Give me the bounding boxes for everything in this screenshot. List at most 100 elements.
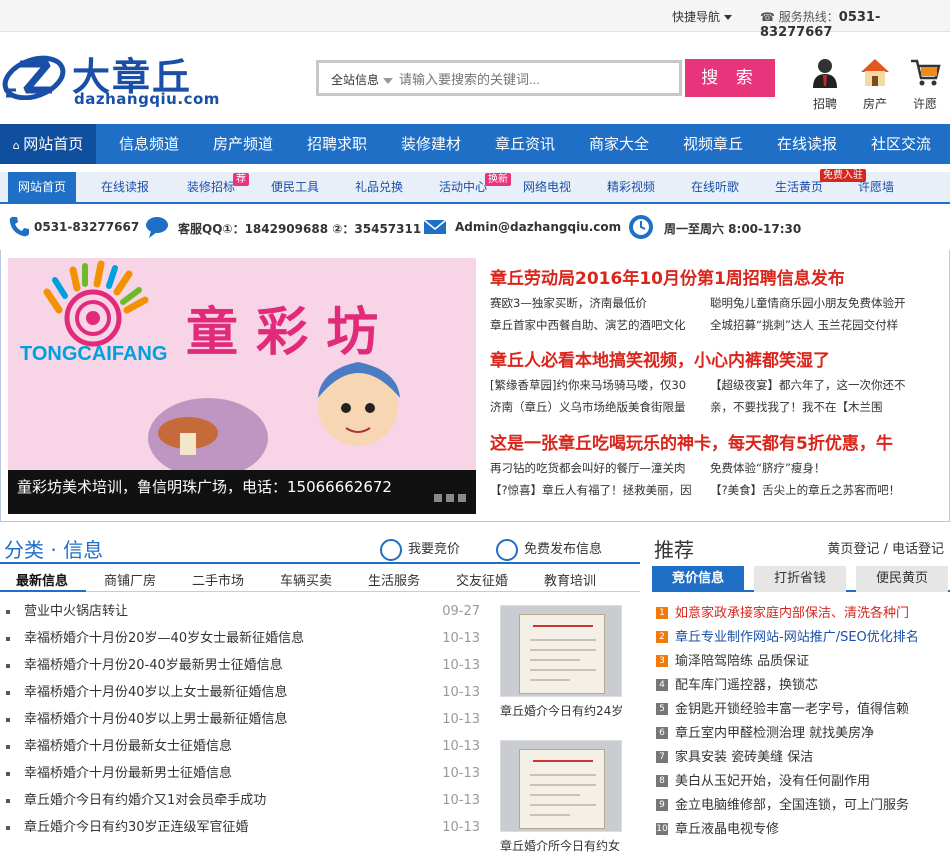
list-item[interactable]: 幸福桥婚介十月份最新女士征婚信息 10-13 [6,733,480,760]
main-nav-merchants[interactable]: 商家大全 [572,124,666,164]
news-link[interactable]: 全城招募“挑刺”达人 玉兰花园交付样 [710,317,946,333]
quick-nav-dropdown[interactable]: 快捷导航 [672,8,733,25]
news-link[interactable]: [繁缘香草园]约你来马场骑马喽，仅30 [490,377,695,393]
news-link[interactable]: 聪明兔儿童情商乐园小朋友免费体验开 [710,295,946,311]
main-nav-info[interactable]: 信息频道 [102,124,196,164]
news-link[interactable]: 济南（章丘）义乌市场绝版美食街限量 [490,399,695,415]
chat-bubble-icon [146,217,168,238]
list-item[interactable]: 幸福桥婚介十月份20岁—40岁女士最新征婚信息 10-13 [6,625,480,652]
list-item[interactable]: 9 金立电脑维修部，全国连锁，可上门服务 [656,795,950,819]
sub-nav-music[interactable]: 在线听歌 [680,172,750,202]
tab-bid-info[interactable]: 竞价信息 [652,566,744,592]
tab-vehicles[interactable]: 车辆买卖 [280,570,332,589]
main-nav-news[interactable]: 章丘资讯 [478,124,572,164]
tab-dating[interactable]: 交友征婚 [456,570,508,589]
news-headline[interactable]: 章丘劳动局2016年10月份第1周招聘信息发布 [490,264,946,289]
main-nav-video[interactable]: 视频章丘 [666,124,760,164]
thumbnail-image[interactable] [500,740,622,832]
news-link[interactable]: 【超级夜宴】都六年了，这一次你还不 [710,377,946,393]
classified-list: 营业中火锅店转让 09-27 幸福桥婚介十月份20岁—40岁女士最新征婚信息 10-… [6,598,480,841]
list-item-title: 金立电脑维修部，全国连锁，可上门服务 [675,798,910,813]
search-button[interactable]: 搜 索 [685,59,775,97]
main-nav-newspaper[interactable]: 在线读报 [760,124,854,164]
list-item[interactable]: 幸福桥婚介十月份最新男士征婚信息 10-13 [6,760,480,787]
news-link[interactable]: 再刁钻的吃货都会叫好的餐厅—潼关肉 [490,460,695,476]
thumbnail-image[interactable] [500,605,622,697]
search-box: 全站信息 [316,60,682,96]
search-category-select[interactable]: 全站信息 [331,71,394,88]
list-item[interactable]: 章丘婚介今日有约30岁正连级军官征婚 10-13 [6,814,480,841]
recommend-tabs: 竞价信息 打折省钱 便民黄页 [652,566,950,592]
wish-link[interactable]: 许愿 [905,56,945,112]
news-link[interactable]: 免费体验“脐疗”瘦身！ [710,460,946,476]
recruit-link[interactable]: 招聘 [805,56,845,112]
main-nav-realestate[interactable]: 房产频道 [196,124,290,164]
contact-email[interactable]: Admin@dazhangqiu.com [455,220,621,234]
list-item[interactable]: 5 金钥匙开锁经验丰富一老字号，值得信赖 [656,699,950,723]
list-item[interactable]: 章丘婚介今日有约婚介又1对会员牵手成功 10-13 [6,787,480,814]
site-logo[interactable]: 大章丘 dazhangqiu.com [2,44,219,110]
tab-education[interactable]: 教育培训 [544,570,596,589]
news-link[interactable]: 亲，不要找我了！我不在【木兰围 [710,399,946,415]
sub-nav-tools[interactable]: 便民工具 [260,172,330,202]
news-link[interactable]: 赛欧3—独家买断，济南最低价 [490,295,695,311]
thumbnail-caption[interactable]: 章丘婚介所今日有约女 [500,837,620,854]
news-headline[interactable]: 章丘人必看本地搞笑视频，小心内裤都笑湿了 [490,346,946,371]
list-item[interactable]: 营业中火锅店转让 09-27 [6,598,480,625]
main-nav-jobs[interactable]: 招聘求职 [290,124,384,164]
tab-yellowpages[interactable]: 便民黄页 [856,566,948,592]
bid-button[interactable]: 我要竞价 [380,538,460,561]
list-item[interactable]: 10 章丘液晶电视专修 [656,819,950,843]
sub-nav-tv[interactable]: 网络电视 [512,172,582,202]
list-item[interactable]: 幸福桥婚介十月份40岁以上男士最新征婚信息 10-13 [6,706,480,733]
slider-dot[interactable] [458,494,466,502]
classified-header: 分类 · 信息 我要竞价 免费发布信息 [0,534,640,564]
news-link[interactable]: 【?美食】舌尖上的章丘之苏客而吧！ [710,482,946,498]
list-item[interactable]: 4 配车库门遥控器，换锁芯 [656,675,950,699]
rank-badge: 1 [656,606,668,619]
sub-nav: 网站首页 在线读报 装修招标 便民工具 礼品兑换 活动中心 网络电视 精彩视频 … [0,172,950,204]
news-headline[interactable]: 这是一张章丘吃喝玩乐的神卡，每天都有5折优惠，牛 [490,429,946,454]
list-item-title: 幸福桥婚介十月份最新男士征婚信息 [24,766,233,781]
main-nav-community[interactable]: 社区交流 [854,124,948,164]
thumbnail-caption[interactable]: 章丘婚介今日有约24岁 [500,702,623,719]
list-item[interactable]: 1 如意家政承接家庭内部保洁、清洗各种门 [656,603,950,627]
list-item-date: 10-13 [442,712,480,727]
tab-secondhand[interactable]: 二手市场 [192,570,244,589]
banner-slider[interactable]: TONGCAIFANG 童 彩 坊 童彩坊美术培训，鲁信明珠广场，电话：1506… [8,258,476,514]
tab-shops[interactable]: 商铺厂房 [104,570,156,589]
recommend-title: 推荐 [654,538,694,562]
slider-dot[interactable] [446,494,454,502]
news-link[interactable]: 章丘首家中西餐自助、演艺的酒吧文化 [490,317,695,333]
sub-nav-videos[interactable]: 精彩视频 [596,172,666,202]
main-nav-decor[interactable]: 装修建材 [384,124,478,164]
realestate-link[interactable]: 房产 [855,56,895,112]
sub-nav-gifts[interactable]: 礼品兑换 [344,172,414,202]
chevron-down-icon [724,15,733,20]
list-item[interactable]: 8 美白从玉妃开始，没有任何副作用 [656,771,950,795]
slider-pager [430,491,466,506]
list-item[interactable]: 6 章丘室内甲醛检测治理 就找美房净 [656,723,950,747]
list-item-date: 10-13 [442,658,480,673]
quick-nav-label: 快捷导航 [672,10,721,24]
list-item-title: 营业中火锅店转让 [24,604,129,619]
list-item[interactable]: 2 章丘专业制作网站-网站推广/SEO优化排名 [656,627,950,651]
slider-dot[interactable] [434,494,442,502]
main-nav-home-label: 网站首页 [23,135,84,153]
phone-icon [9,217,29,237]
news-link[interactable]: 【?惊喜】章丘人有福了！拯救美丽，因 [490,482,695,498]
post-info-button[interactable]: 免费发布信息 [496,538,602,561]
tab-services[interactable]: 生活服务 [368,570,420,589]
search-input[interactable] [399,68,669,90]
list-item-title: 金钥匙开锁经验丰富一老字号，值得信赖 [675,702,910,717]
list-item[interactable]: 幸福桥婚介十月份40岁以上女士最新征婚信息 10-13 [6,679,480,706]
sub-nav-home[interactable]: 网站首页 [8,172,76,202]
sub-nav-newspaper[interactable]: 在线读报 [90,172,160,202]
list-item[interactable]: 7 家具安装 瓷砖美缝 保洁 [656,747,950,771]
tab-latest[interactable]: 最新信息 [16,570,68,589]
register-links[interactable]: 黄页登记 / 电话登记 [827,538,944,557]
list-item[interactable]: 幸福桥婚介十月份20-40岁最新男士征婚信息 10-13 [6,652,480,679]
main-nav-home[interactable]: ⌂ 网站首页 [0,124,96,164]
list-item[interactable]: 3 瑜泽陪驾陪练 品质保证 [656,651,950,675]
tab-discount[interactable]: 打折省钱 [754,566,846,592]
